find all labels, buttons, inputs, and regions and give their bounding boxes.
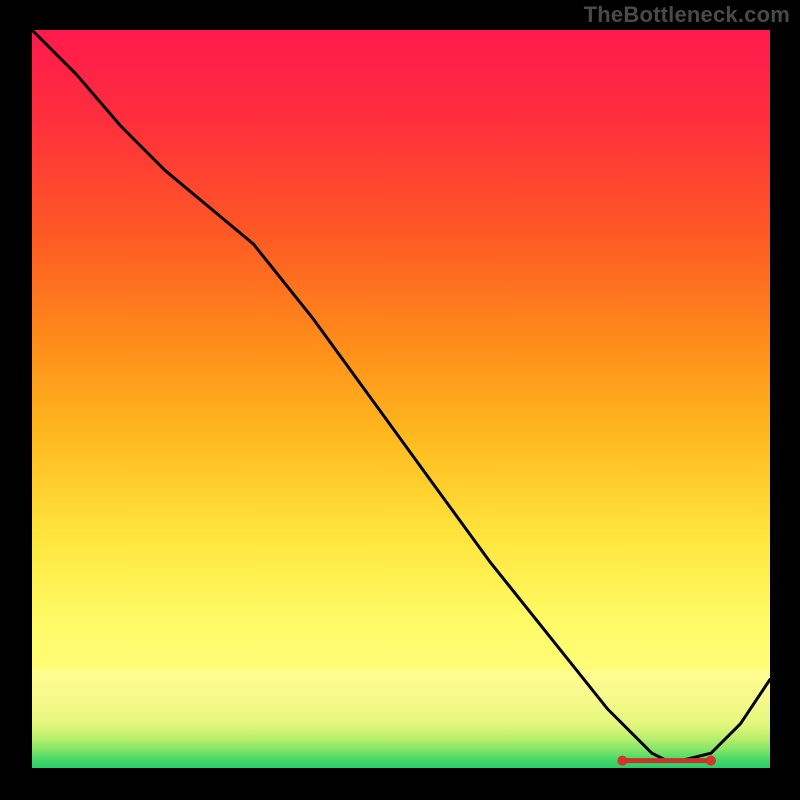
chart-stage: TheBottleneck.com [0, 0, 800, 800]
plot-area [32, 30, 770, 768]
chart-bottom-bands [32, 670, 770, 768]
watermark-text: TheBottleneck.com [584, 2, 790, 28]
chart-svg [32, 30, 770, 768]
marker-bar [625, 758, 708, 763]
chart-background-gradient [32, 30, 770, 768]
